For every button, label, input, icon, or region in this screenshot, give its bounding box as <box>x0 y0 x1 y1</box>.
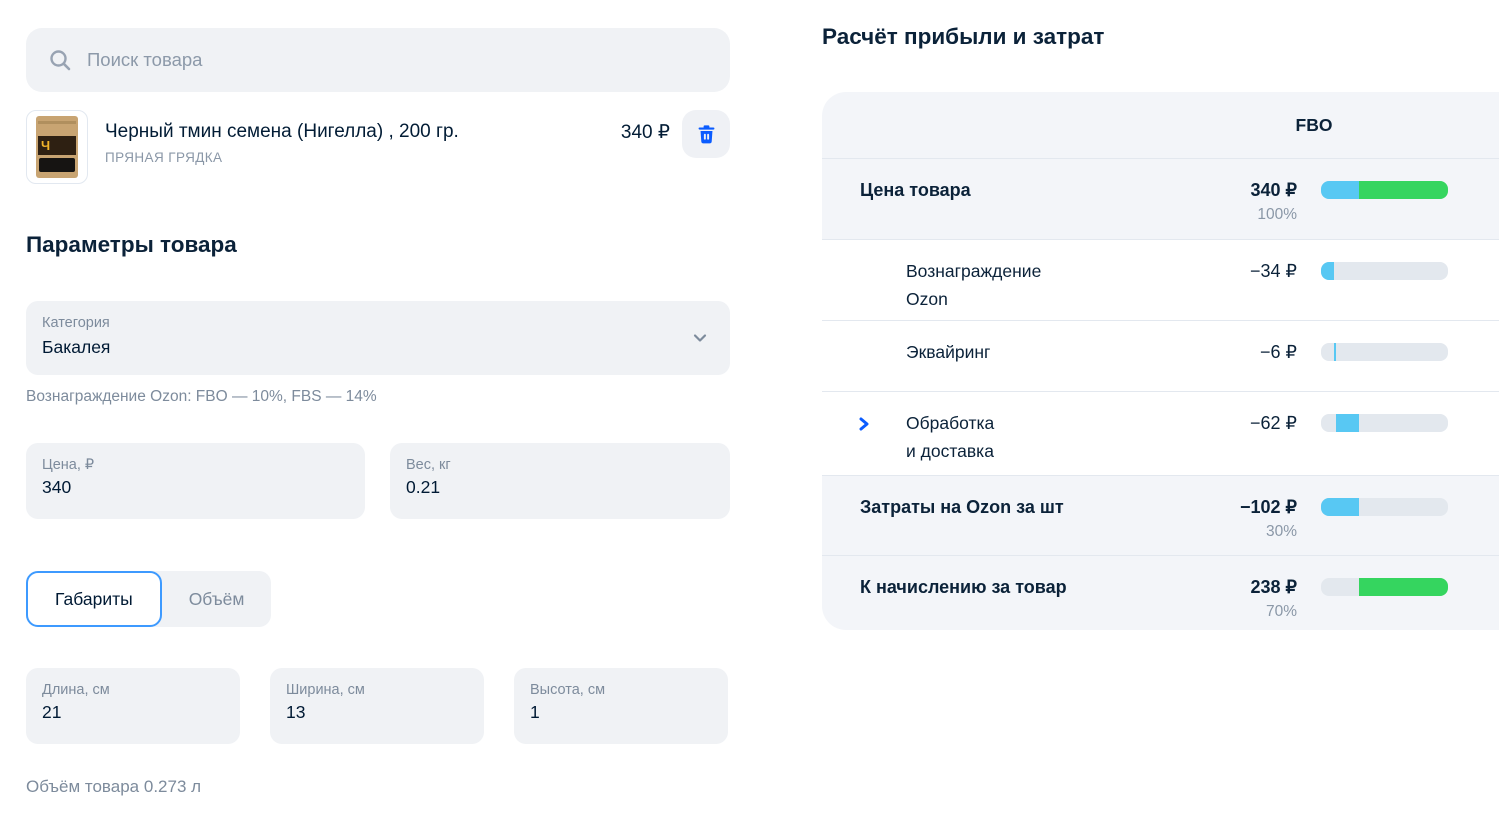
product-price: 340 ₽ <box>621 121 670 145</box>
bar-segment-blue <box>1321 181 1359 199</box>
cost-bar <box>1321 262 1448 280</box>
calc-row-label: Цена товара <box>860 176 971 204</box>
expand-chevron-icon[interactable] <box>856 416 872 432</box>
product-title: Черный тмин семена (Нигелла) , 200 гр. <box>105 120 459 144</box>
bag-letter: Ч <box>41 139 50 152</box>
calc-row-value: 238 ₽ <box>1092 573 1297 601</box>
calc-row-value: −34 ₽ <box>1092 257 1297 285</box>
cost-bar <box>1321 414 1448 432</box>
calc-row-payout-per-item: К начислению за товар 238 ₽ 70% <box>822 555 1499 630</box>
weight-input[interactable] <box>406 477 714 498</box>
tab-dimensions[interactable]: Габариты <box>26 571 162 627</box>
calc-heading: Расчёт прибыли и затрат <box>822 24 1104 50</box>
height-input[interactable] <box>530 702 712 723</box>
calc-row-ozon-costs-per-unit: Затраты на Ozon за шт −102 ₽ 30% <box>822 475 1499 555</box>
product-thumbnail: Ч <box>26 110 88 184</box>
search-bar <box>26 28 730 92</box>
category-select[interactable]: Категория Бакалея <box>26 301 730 375</box>
bar-segment-blue <box>1334 343 1336 361</box>
volume-note: Объём товара 0.273 л <box>26 777 201 797</box>
tab-volume[interactable]: Объём <box>162 571 272 627</box>
category-value: Бакалея <box>42 335 714 359</box>
params-heading: Параметры товара <box>26 232 237 258</box>
bar-segment-green <box>1359 578 1448 596</box>
delete-product-button[interactable] <box>682 110 730 158</box>
calc-row-price: Цена товара 340 ₽ 100% <box>822 158 1499 239</box>
calc-row-value: −62 ₽ <box>1092 409 1297 437</box>
column-header-fbo: FBO <box>1254 115 1374 136</box>
width-input[interactable] <box>286 702 468 723</box>
calc-row-percent: 70% <box>1092 603 1297 621</box>
bar-segment-blue <box>1321 498 1359 516</box>
calc-row-label: Затраты на Ozon за шт <box>860 493 1064 521</box>
price-input[interactable] <box>42 477 349 498</box>
calc-row-percent: 30% <box>1092 523 1297 541</box>
product-bag-art: Ч <box>36 116 78 178</box>
calc-row-label: К начислению за товар <box>860 573 1067 601</box>
calc-row-percent: 100% <box>1092 206 1297 224</box>
commission-note: Вознаграждение Ozon: FBO — 10%, FBS — 14… <box>26 388 377 406</box>
cost-bar <box>1321 578 1448 596</box>
calc-table-header: FBO <box>822 92 1499 158</box>
bar-segment-green <box>1359 181 1448 199</box>
weight-field[interactable]: Вес, кг <box>390 443 730 519</box>
calc-table: FBO Цена товара 340 ₽ 100% ВознаграждениеOz… <box>822 92 1499 630</box>
calc-row-value: 340 ₽ <box>1092 176 1297 204</box>
price-field[interactable]: Цена, ₽ <box>26 443 365 519</box>
length-input[interactable] <box>42 702 224 723</box>
cost-bar <box>1321 181 1448 199</box>
category-label: Категория <box>42 314 714 333</box>
calc-rows-container: Цена товара 340 ₽ 100% ВознаграждениеOzon −3… <box>822 158 1499 630</box>
height-field[interactable]: Высота, см <box>514 668 728 744</box>
calc-row-acquiring: Эквайринг −6 ₽ <box>822 320 1499 391</box>
app-root: Ч Черный тмин семена (Нигелла) , 200 гр.… <box>0 0 1499 839</box>
calc-row-label: Обработкаи доставка <box>906 409 994 465</box>
bar-segment-blue <box>1321 262 1334 280</box>
length-field[interactable]: Длина, см <box>26 668 240 744</box>
calc-row-label: ВознаграждениеOzon <box>906 257 1041 313</box>
product-row: Ч Черный тмин семена (Нигелла) , 200 гр.… <box>26 110 730 184</box>
width-field[interactable]: Ширина, см <box>270 668 484 744</box>
calc-row-ozon-commission: ВознаграждениеOzon −34 ₽ <box>822 239 1499 320</box>
calc-row-value: −102 ₽ <box>1092 493 1297 521</box>
search-input[interactable] <box>85 48 710 72</box>
trash-icon <box>695 123 718 146</box>
product-brand: ПРЯНАЯ ГРЯДКА <box>105 150 459 166</box>
calc-row-processing-delivery[interactable]: Обработкаи доставка −62 ₽ <box>822 391 1499 475</box>
dimension-mode-tabs: Габариты Объём <box>26 571 271 627</box>
calc-row-label: Эквайринг <box>906 338 990 366</box>
cost-bar <box>1321 343 1448 361</box>
search-icon <box>48 48 72 72</box>
bar-segment-blue <box>1336 414 1359 432</box>
cost-bar <box>1321 498 1448 516</box>
calc-row-value: −6 ₽ <box>1092 338 1297 366</box>
chevron-down-icon <box>690 328 710 348</box>
